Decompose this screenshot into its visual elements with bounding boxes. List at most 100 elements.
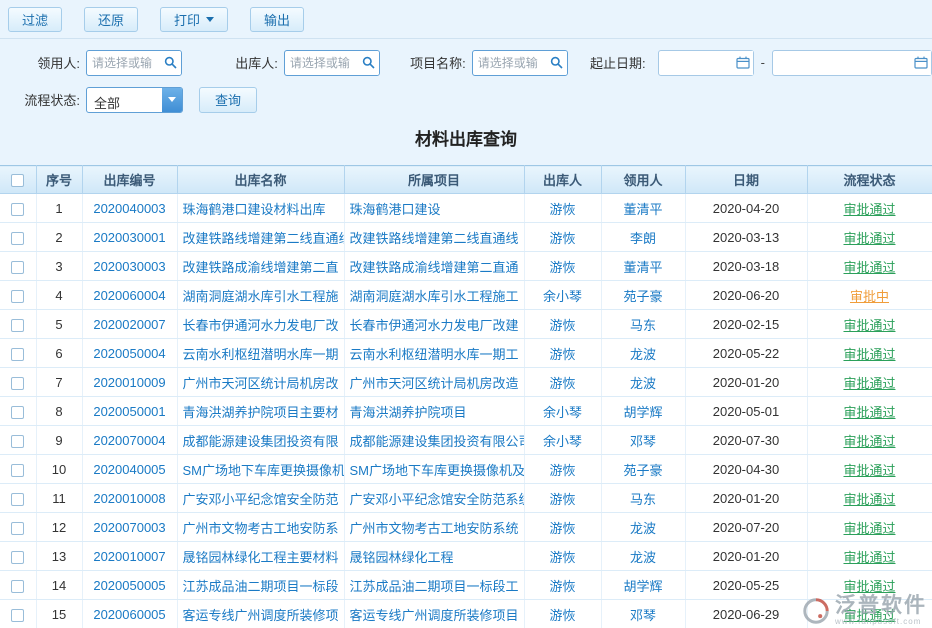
project-link[interactable]: 晟铭园林绿化工程 [344,542,524,571]
issuer-link[interactable]: 游恢 [524,252,601,281]
row-checkbox[interactable] [11,493,24,506]
issuer-input[interactable] [285,56,359,70]
issuer-link[interactable]: 游恢 [524,484,601,513]
outbound-code-link[interactable]: 2020070003 [82,513,177,542]
print-button[interactable]: 打印 [160,7,228,32]
issuer-link[interactable]: 游恢 [524,194,601,223]
recipient-input[interactable] [87,56,161,70]
project-link[interactable]: 江苏成品油二期项目一标段工 [344,571,524,600]
project-link[interactable]: 成都能源建设集团投资有限公司 [344,426,524,455]
issuer-link[interactable]: 余小琴 [524,397,601,426]
outbound-name-link[interactable]: 广州市天河区统计局机房改 [177,368,344,397]
outbound-name-link[interactable]: 改建铁路线增建第二线直通线 [177,223,344,252]
outbound-name-link[interactable]: 江苏成品油二期项目一标段 [177,571,344,600]
outbound-name-link[interactable]: 客运专线广州调度所装修项 [177,600,344,628]
chevron-down-icon[interactable] [162,88,182,112]
outbound-name-link[interactable]: 珠海鹤港口建设材料出库 [177,194,344,223]
project-link[interactable]: 广州市文物考古工地安防系统 [344,513,524,542]
recipient-link[interactable]: 马东 [601,484,685,513]
project-name-input[interactable] [473,56,547,70]
issuer-link[interactable]: 余小琴 [524,426,601,455]
status-link[interactable]: 审批通过 [807,368,932,397]
start-date-input[interactable] [659,56,733,70]
row-checkbox[interactable] [11,377,24,390]
status-link[interactable]: 审批通过 [807,339,932,368]
end-date-calendar-button[interactable] [911,51,931,75]
filter-button[interactable]: 过滤 [8,7,62,32]
status-link[interactable]: 审批中 [807,281,932,310]
outbound-code-link[interactable]: 2020010007 [82,542,177,571]
outbound-code-link[interactable]: 2020030003 [82,252,177,281]
project-link[interactable]: SM广场地下车库更换摄像机及 [344,455,524,484]
end-date-input[interactable] [773,56,911,70]
row-checkbox[interactable] [11,232,24,245]
issuer-link[interactable]: 游恢 [524,571,601,600]
outbound-code-link[interactable]: 2020040005 [82,455,177,484]
outbound-name-link[interactable]: 云南水利枢纽潜明水库一期 [177,339,344,368]
outbound-code-link[interactable]: 2020040003 [82,194,177,223]
status-link[interactable]: 审批通过 [807,600,932,628]
restore-button[interactable]: 还原 [84,7,138,32]
recipient-link[interactable]: 龙波 [601,513,685,542]
status-link[interactable]: 审批通过 [807,252,932,281]
outbound-code-link[interactable]: 2020050004 [82,339,177,368]
recipient-search-button[interactable] [161,51,181,75]
project-link[interactable]: 青海洪湖养护院项目 [344,397,524,426]
outbound-name-link[interactable]: 长春市伊通河水力发电厂改 [177,310,344,339]
recipient-link[interactable]: 董清平 [601,252,685,281]
outbound-code-link[interactable]: 2020010008 [82,484,177,513]
outbound-code-link[interactable]: 2020030001 [82,223,177,252]
issuer-search-button[interactable] [359,51,379,75]
row-checkbox[interactable] [11,203,24,216]
recipient-link[interactable]: 苑子豪 [601,455,685,484]
issuer-link[interactable]: 游恢 [524,542,601,571]
status-link[interactable]: 审批通过 [807,310,932,339]
recipient-link[interactable]: 董清平 [601,194,685,223]
row-checkbox[interactable] [11,319,24,332]
project-link[interactable]: 改建铁路成渝线增建第二直通 [344,252,524,281]
outbound-name-link[interactable]: 广州市文物考古工地安防系 [177,513,344,542]
recipient-link[interactable]: 龙波 [601,542,685,571]
row-checkbox[interactable] [11,551,24,564]
issuer-link[interactable]: 游恢 [524,455,601,484]
recipient-link[interactable]: 龙波 [601,339,685,368]
issuer-link[interactable]: 游恢 [524,600,601,628]
outbound-name-link[interactable]: 广安邓小平纪念馆安全防范 [177,484,344,513]
row-checkbox[interactable] [11,522,24,535]
status-link[interactable]: 审批通过 [807,455,932,484]
outbound-name-link[interactable]: 青海洪湖养护院项目主要材 [177,397,344,426]
outbound-name-link[interactable]: SM广场地下车库更换摄像机 [177,455,344,484]
outbound-name-link[interactable]: 晟铭园林绿化工程主要材料 [177,542,344,571]
row-checkbox[interactable] [11,261,24,274]
project-link[interactable]: 云南水利枢纽潜明水库一期工 [344,339,524,368]
status-link[interactable]: 审批通过 [807,484,932,513]
row-checkbox[interactable] [11,290,24,303]
project-link[interactable]: 广州市天河区统计局机房改造 [344,368,524,397]
status-link[interactable]: 审批通过 [807,194,932,223]
row-checkbox[interactable] [11,580,24,593]
status-link[interactable]: 审批通过 [807,397,932,426]
recipient-link[interactable]: 龙波 [601,368,685,397]
row-checkbox[interactable] [11,406,24,419]
issuer-link[interactable]: 游恢 [524,368,601,397]
recipient-link[interactable]: 苑子豪 [601,281,685,310]
project-link[interactable]: 改建铁路线增建第二线直通线 [344,223,524,252]
project-link[interactable]: 珠海鹤港口建设 [344,194,524,223]
project-link[interactable]: 广安邓小平纪念馆安全防范系统 [344,484,524,513]
outbound-code-link[interactable]: 2020020007 [82,310,177,339]
row-checkbox[interactable] [11,609,24,622]
outbound-code-link[interactable]: 2020060004 [82,281,177,310]
export-button[interactable]: 输出 [250,7,304,32]
project-link[interactable]: 湖南洞庭湖水库引水工程施工 [344,281,524,310]
recipient-link[interactable]: 胡学辉 [601,397,685,426]
status-link[interactable]: 审批通过 [807,542,932,571]
recipient-link[interactable]: 胡学辉 [601,571,685,600]
issuer-link[interactable]: 游恢 [524,310,601,339]
select-all-checkbox[interactable] [11,174,24,187]
project-link[interactable]: 长春市伊通河水力发电厂改建 [344,310,524,339]
status-link[interactable]: 审批通过 [807,513,932,542]
outbound-code-link[interactable]: 2020050001 [82,397,177,426]
status-link[interactable]: 审批通过 [807,426,932,455]
status-link[interactable]: 审批通过 [807,223,932,252]
row-checkbox[interactable] [11,464,24,477]
